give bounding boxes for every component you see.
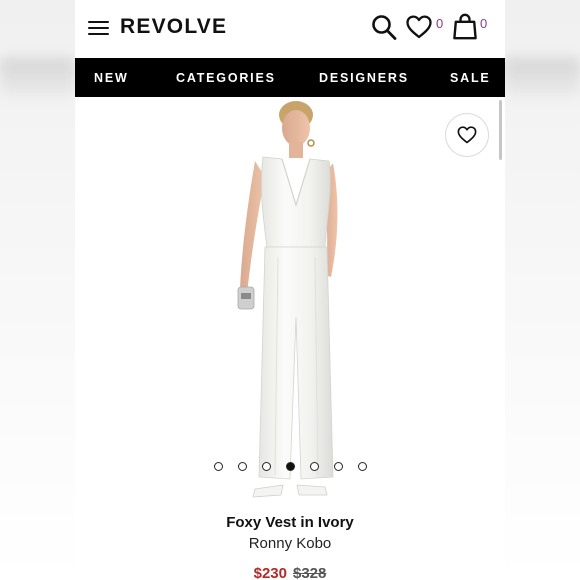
- product-brand[interactable]: Ronny Kobo: [75, 535, 505, 552]
- bag-count: 0: [480, 16, 488, 31]
- nav-categories[interactable]: CATEGORIES: [176, 71, 276, 85]
- heart-icon[interactable]: [406, 15, 432, 39]
- phone-screen: REVOLVE 0 0 NEW CATEGORIES DESIGNERS SAL…: [75, 0, 505, 580]
- blurred-backdrop-right: [504, 0, 580, 580]
- original-price: $328: [293, 565, 327, 580]
- scrollbar[interactable]: [499, 100, 502, 160]
- carousel-dot[interactable]: [237, 462, 247, 471]
- blurred-backdrop-left: [0, 0, 75, 580]
- product-name[interactable]: Foxy Vest in Ivory: [75, 514, 505, 531]
- product-photo[interactable]: [75, 97, 505, 507]
- shopping-bag-icon[interactable]: [453, 13, 477, 40]
- carousel-dot[interactable]: [357, 462, 367, 471]
- price-row: $230 $328: [75, 565, 505, 580]
- main-nav: NEW CATEGORIES DESIGNERS SALE: [75, 58, 505, 97]
- nav-sale[interactable]: SALE: [450, 71, 491, 85]
- favorite-button[interactable]: [445, 113, 489, 157]
- nav-new[interactable]: NEW: [94, 71, 129, 85]
- revolve-logo[interactable]: REVOLVE: [120, 15, 227, 39]
- hamburger-icon[interactable]: [88, 21, 109, 36]
- product-image-carousel[interactable]: [75, 97, 505, 507]
- carousel-dot[interactable]: [213, 462, 223, 471]
- carousel-dots: [75, 462, 505, 471]
- carousel-dot[interactable]: [309, 462, 319, 471]
- carousel-dot[interactable]: [333, 462, 343, 471]
- nav-designers[interactable]: DESIGNERS: [319, 71, 409, 85]
- site-header: REVOLVE 0 0: [75, 0, 505, 58]
- wishlist-count: 0: [436, 16, 444, 31]
- carousel-dot[interactable]: [261, 462, 271, 471]
- sale-price: $230: [253, 565, 287, 580]
- search-icon[interactable]: [371, 14, 397, 41]
- heart-icon: [457, 126, 477, 144]
- carousel-dot[interactable]: [285, 462, 295, 471]
